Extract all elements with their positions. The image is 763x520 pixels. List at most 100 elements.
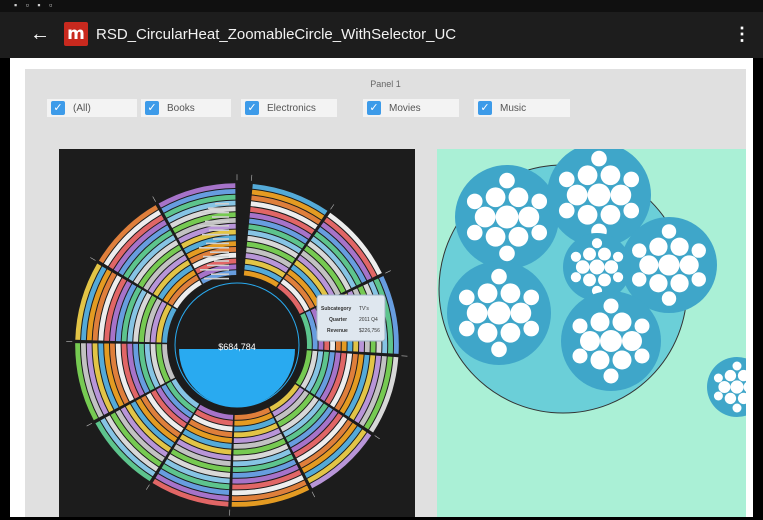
leaf-circle — [531, 193, 548, 210]
leaf-circle — [531, 224, 548, 241]
leaf-circle — [598, 273, 611, 287]
leaf-circle — [491, 341, 507, 358]
legend-mark — [209, 229, 229, 231]
panel: Panel 1 ✓ (All) ✓ Books ✓ Electronics ✓ … — [25, 69, 746, 517]
checkbox-checked-icon[interactable]: ✓ — [245, 101, 259, 115]
status-bar: ▪ ▫ ▪ ▫ — [0, 0, 763, 12]
leaf-circle — [732, 361, 742, 371]
filter-label: (All) — [73, 102, 91, 114]
leaf-circle — [622, 331, 642, 351]
leaf-circle — [570, 251, 582, 262]
filter-label: Movies — [389, 102, 421, 114]
leaf-circle — [691, 243, 706, 258]
tooltip-value: 2011 Q4 — [359, 317, 378, 323]
heat-center-fill — [179, 349, 295, 407]
filter-label: Electronics — [267, 102, 316, 114]
leaf-circle — [466, 193, 483, 210]
status-icons: ▪ ▫ ▪ ▫ — [14, 0, 56, 10]
heat-center-value: $684,784 — [218, 342, 256, 352]
leaf-circle — [670, 237, 689, 256]
leaf-circle — [658, 254, 680, 276]
leaf-circle — [639, 255, 659, 275]
legend-mark — [201, 211, 229, 214]
heat-tooltip: Subcategory TV's Quarter 2011 Q4 Revenue… — [316, 294, 386, 342]
filter-music[interactable]: ✓ Music — [474, 99, 570, 117]
leaf-circle — [587, 183, 611, 207]
leaf-circle — [691, 272, 706, 287]
leaf-circle — [634, 348, 650, 364]
checkbox-checked-icon[interactable]: ✓ — [478, 101, 492, 115]
leaf-circle — [558, 171, 575, 188]
leaf-circle — [724, 369, 737, 382]
legend-mark — [212, 216, 229, 218]
heat-tick — [90, 257, 96, 261]
leaf-circle — [577, 165, 598, 186]
leaf-circle — [713, 373, 723, 383]
leaf-circle — [591, 238, 603, 249]
legend-mark — [205, 220, 229, 223]
leaf-circle — [718, 381, 731, 393]
leaf-circle — [670, 274, 689, 293]
leaf-circle — [661, 224, 677, 239]
zoomable-circle-chart — [437, 149, 746, 517]
tooltip-label: Revenue — [327, 328, 348, 334]
back-arrow-icon[interactable]: ← — [30, 22, 50, 46]
category-selector: ✓ (All) ✓ Books ✓ Electronics ✓ Movies ✓… — [25, 99, 746, 117]
leaf-circle — [508, 226, 529, 247]
legend-mark — [215, 203, 229, 205]
filter-movies[interactable]: ✓ Movies — [363, 99, 459, 117]
leaf-circle — [508, 187, 529, 208]
leaf-circle — [523, 320, 540, 337]
leaf-circle — [603, 298, 619, 314]
leaf-circle — [572, 348, 588, 364]
leaf-circle — [477, 283, 498, 304]
leaf-circle — [583, 247, 596, 261]
leaf-circle — [603, 368, 619, 384]
heat-tick — [330, 204, 335, 210]
leaf-circle — [589, 259, 605, 275]
leaf-circle — [623, 171, 640, 188]
leaf-circle — [732, 403, 742, 413]
heat-tick — [385, 270, 391, 274]
checkbox-checked-icon[interactable]: ✓ — [51, 101, 65, 115]
checkbox-checked-icon[interactable]: ✓ — [367, 101, 381, 115]
legend-mark — [198, 225, 229, 227]
filter-all[interactable]: ✓ (All) — [47, 99, 137, 117]
heat-tick — [152, 196, 156, 202]
leaf-circle — [598, 247, 611, 261]
overflow-menu-icon[interactable]: ⋮ — [733, 22, 751, 46]
legend-mark — [202, 233, 229, 236]
legend-mark — [210, 251, 229, 253]
leaf-circle — [523, 289, 540, 306]
leaf-circle — [572, 318, 588, 334]
tooltip-label: Subcategory — [321, 306, 352, 312]
leaf-circle — [500, 283, 521, 304]
zoomable-circle-svg — [438, 149, 746, 417]
leaf-circle — [612, 272, 624, 283]
filter-electronics[interactable]: ✓ Electronics — [241, 99, 337, 117]
heat-tick — [146, 484, 150, 490]
leaf-circle — [570, 272, 582, 283]
filter-label: Music — [500, 102, 527, 114]
leaf-circle — [600, 330, 622, 352]
leaf-circle — [487, 301, 511, 325]
leaf-circle — [600, 165, 621, 186]
circular-heat-chart: $684,784 Subcategory TV's Quarter 2011 Q… — [59, 149, 415, 517]
filter-books[interactable]: ✓ Books — [141, 99, 231, 117]
filter-label: Books — [167, 102, 195, 114]
leaf-circle — [499, 172, 515, 189]
leaf-circle — [580, 331, 600, 351]
leaf-circle — [495, 205, 519, 229]
tooltip-label: Quarter — [329, 317, 347, 323]
leaf-circle — [474, 206, 496, 228]
checkbox-checked-icon[interactable]: ✓ — [145, 101, 159, 115]
leaf-circle — [485, 187, 506, 208]
heat-tick — [374, 435, 380, 440]
circular-heat-svg: $684,784 Subcategory TV's Quarter 2011 Q… — [66, 174, 408, 516]
leaf-circle — [566, 184, 588, 206]
legend-mark — [207, 264, 229, 267]
leaf-circle — [577, 204, 598, 225]
leaf-circle — [604, 260, 619, 274]
tooltip-value: TV's — [359, 306, 369, 312]
legend-mark — [213, 238, 229, 240]
